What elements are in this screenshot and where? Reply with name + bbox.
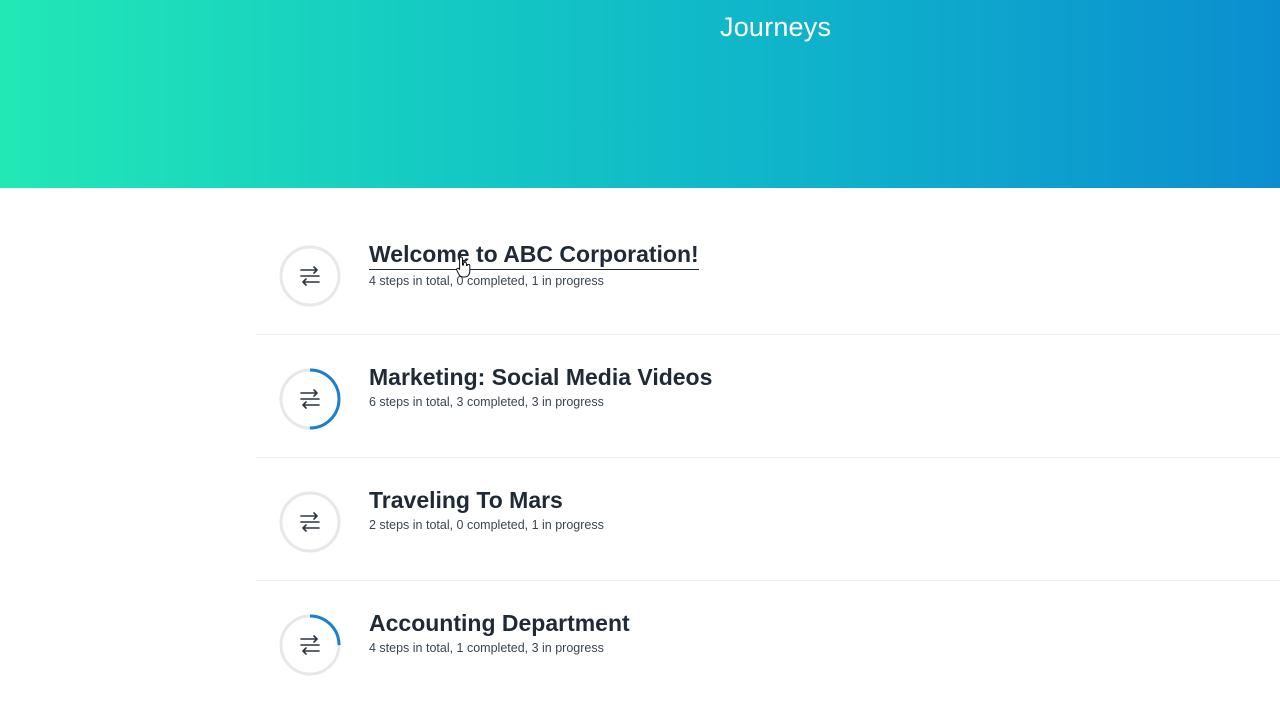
journey-meta: 4 steps in total, 0 completed, 1 in prog… — [369, 274, 604, 288]
progress-ring-svg — [279, 491, 341, 553]
journey-meta: 4 steps in total, 1 completed, 3 in prog… — [369, 641, 604, 655]
journey-progress-ring — [278, 244, 342, 308]
progress-ring-svg — [279, 245, 341, 307]
progress-ring-svg — [279, 614, 341, 676]
journey-meta: 6 steps in total, 3 completed, 3 in prog… — [369, 395, 604, 409]
journey-meta: 2 steps in total, 0 completed, 1 in prog… — [369, 518, 604, 532]
journey-text: Welcome to ABC Corporation! 4 steps in t… — [369, 240, 699, 288]
journey-list: Welcome to ABC Corporation! 4 steps in t… — [256, 212, 1280, 704]
journey-title-link[interactable]: Traveling To Mars — [369, 486, 604, 514]
journey-item[interactable]: Marketing: Social Media Videos 6 steps i… — [256, 335, 1280, 458]
journey-route-icon — [300, 389, 320, 409]
journey-item[interactable]: Traveling To Mars 2 steps in total, 0 co… — [256, 458, 1280, 581]
journey-route-icon — [300, 512, 320, 532]
journey-item[interactable]: Accounting Department 4 steps in total, … — [256, 581, 1280, 704]
journey-title-link[interactable]: Accounting Department — [369, 609, 630, 637]
journey-progress-ring — [278, 490, 342, 554]
journey-progress-ring — [278, 613, 342, 677]
progress-ring-svg — [279, 368, 341, 430]
journey-text: Marketing: Social Media Videos 6 steps i… — [369, 363, 712, 409]
journey-item[interactable]: Welcome to ABC Corporation! 4 steps in t… — [256, 212, 1280, 335]
journey-progress-ring — [278, 367, 342, 431]
journey-title-link[interactable]: Marketing: Social Media Videos — [369, 363, 712, 391]
page-header: Journeys — [0, 0, 1280, 188]
journey-text: Accounting Department 4 steps in total, … — [369, 609, 630, 655]
journey-route-icon — [300, 635, 320, 655]
journey-text: Traveling To Mars 2 steps in total, 0 co… — [369, 486, 604, 532]
page-title: Journeys — [720, 12, 832, 42]
journey-route-icon — [300, 266, 320, 286]
journey-title-link[interactable]: Welcome to ABC Corporation! — [369, 240, 699, 270]
